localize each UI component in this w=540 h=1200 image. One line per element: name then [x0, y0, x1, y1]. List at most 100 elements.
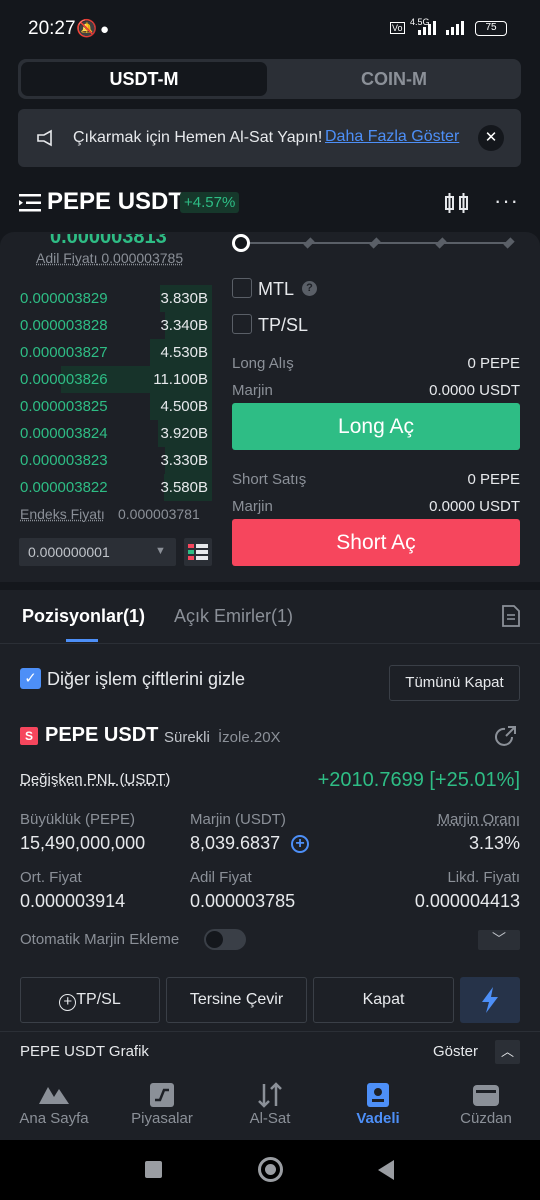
orderbook-row[interactable]: 0.000003825 4.500B — [18, 393, 212, 420]
fair-price-value: 0.000003785 — [101, 250, 184, 266]
recents-icon[interactable] — [145, 1161, 162, 1178]
tab-coin-m[interactable]: COIN-M — [270, 62, 518, 96]
pair-title[interactable]: PEPE USDT — [47, 188, 183, 216]
bid-price: 0.000003823 — [20, 452, 108, 469]
avg-price-label: Ort. Fiyat — [20, 869, 82, 886]
markets-icon — [150, 1083, 174, 1107]
chevron-up-icon[interactable]: ︿ — [495, 1040, 520, 1064]
open-short-button[interactable]: Short Aç — [232, 519, 520, 566]
status-time: 20:27 — [28, 18, 76, 39]
plus-circle-icon: + — [59, 994, 77, 1011]
size-label: Büyüklük (PEPE) — [20, 811, 136, 828]
orderbook-row[interactable]: 0.000003823 3.330B — [18, 447, 212, 474]
orderbook-layout-icon — [188, 544, 208, 560]
bid-price: 0.000003829 — [20, 290, 108, 307]
hide-pairs-label: Diğer işlem çiftlerini gizle — [47, 669, 246, 689]
active-tab-indicator — [66, 639, 98, 642]
home-button-dot — [265, 1164, 276, 1175]
tpsl-checkbox[interactable] — [232, 314, 252, 334]
open-long-button[interactable]: Long Aç — [232, 403, 520, 450]
more-options-icon[interactable]: ··· — [494, 188, 519, 214]
short-side-badge: S — [20, 727, 38, 745]
close-icon[interactable]: ✕ — [478, 125, 504, 151]
banner-more-link[interactable]: Daha Fazla Göster — [325, 128, 459, 146]
volte-icon: Vo — [390, 22, 405, 34]
fair-price-label-text: Adil Fiyatı — [36, 250, 98, 266]
close-all-button[interactable]: Tümünü Kapat — [389, 665, 520, 701]
slider-handle[interactable] — [232, 234, 250, 252]
document-icon[interactable] — [501, 605, 521, 627]
back-icon[interactable] — [376, 1159, 396, 1181]
lightning-icon — [482, 987, 498, 1013]
home-button-icon[interactable] — [258, 1157, 283, 1182]
chevron-down-icon: ▼ — [155, 545, 166, 557]
margin-label: Marjin (USDT) — [190, 811, 286, 828]
quick-close-button[interactable] — [460, 977, 520, 1023]
nav-item-trade[interactable]: Al-Sat — [216, 1074, 324, 1140]
pnl-label: Değişken PNL (USDT) — [20, 771, 171, 788]
futures-icon — [367, 1083, 389, 1107]
chat-icon: ● — [100, 21, 110, 38]
nav-item-wallet[interactable]: Cüzdan — [432, 1074, 540, 1140]
avg-price-value: 0.000003914 — [20, 891, 126, 911]
battery-icon: 75 — [475, 21, 507, 36]
auto-margin-toggle[interactable] — [204, 929, 246, 950]
mtl-checkbox[interactable] — [232, 278, 252, 298]
tick-size-value: 0.000000001 — [28, 544, 110, 560]
expand-chevron-icon[interactable]: ﹀ — [478, 930, 520, 950]
divider — [0, 643, 540, 644]
system-nav-bar — [0, 1140, 540, 1200]
trade-icon — [258, 1082, 282, 1108]
hide-pairs-checkbox[interactable]: ✓ — [20, 668, 41, 689]
nav-item-home[interactable]: Ana Sayfa — [0, 1074, 108, 1140]
orderbook-row[interactable]: 0.000003828 3.340B — [18, 312, 212, 339]
divider — [0, 1031, 540, 1032]
nav-label: Al-Sat — [249, 1110, 291, 1127]
close-position-button[interactable]: Kapat — [313, 977, 454, 1023]
amount-slider[interactable] — [232, 234, 515, 252]
bid-quantity: 3.330B — [160, 452, 208, 469]
position-pair[interactable]: PEPE USDT — [45, 724, 158, 747]
nav-item-markets[interactable]: Piyasalar — [108, 1074, 216, 1140]
bid-quantity: 4.500B — [160, 398, 208, 415]
orderbook-row[interactable]: 0.000003824 3.920B — [18, 420, 212, 447]
price-change-badge: +4.57% — [180, 192, 240, 213]
nav-label: Cüzdan — [460, 1110, 512, 1127]
short-amount-value: 0 PEPE — [467, 471, 520, 488]
share-icon[interactable] — [495, 725, 517, 747]
fair-price-label: Adil Fiyatı 0.000003785 — [36, 250, 183, 266]
tick-size-select[interactable]: 0.000000001 ▼ — [19, 538, 176, 566]
tab-positions[interactable]: Pozisyonlar(1) — [22, 606, 145, 627]
bid-price: 0.000003828 — [20, 317, 108, 334]
nav-label: Ana Sayfa — [19, 1110, 89, 1127]
index-price-label: Endeks Fiyatı — [20, 506, 105, 522]
bid-price: 0.000003824 — [20, 425, 108, 442]
orderbook-row[interactable]: 0.000003822 3.580B — [18, 474, 212, 501]
add-margin-icon[interactable]: + — [291, 835, 309, 853]
short-margin-value: 0.0000 USDT — [429, 498, 520, 515]
orderbook-row[interactable]: 0.000003826 11.100B — [18, 366, 212, 393]
orderbook-row[interactable]: 0.000003829 3.830B — [18, 285, 212, 312]
tpsl-label: TP/SL — [258, 315, 309, 335]
bid-quantity: 3.340B — [160, 317, 208, 334]
tpsl-button-label: TP/SL — [76, 991, 121, 1008]
reverse-button[interactable]: Tersine Çevir — [166, 977, 307, 1023]
bottom-nav: Ana Sayfa Piyasalar Al-Sat Vadeli Cüzdan — [0, 1074, 540, 1140]
tab-open-orders[interactable]: Açık Emirler(1) — [174, 606, 293, 627]
toggle-knob — [206, 931, 223, 948]
help-icon[interactable]: ? — [302, 281, 317, 296]
wallet-icon — [473, 1085, 499, 1106]
margin-ratio-label: Marjin Oranı — [437, 811, 520, 828]
contract-type-switch: USDT-M COIN-M — [18, 59, 521, 99]
orderbook-row[interactable]: 0.000003827 4.530B — [18, 339, 212, 366]
candlestick-chart-icon[interactable] — [444, 192, 470, 214]
index-price-value: 0.000003781 — [118, 506, 200, 522]
show-chart-label[interactable]: Göster — [433, 1043, 478, 1060]
auto-margin-label: Otomatik Marjin Ekleme — [20, 931, 180, 948]
tpsl-button[interactable]: + TP/SL — [20, 977, 160, 1023]
menu-icon[interactable] — [19, 192, 41, 214]
nav-item-futures[interactable]: Vadeli — [324, 1074, 432, 1140]
tab-usdt-m[interactable]: USDT-M — [21, 62, 267, 96]
margin-ratio-value: 3.13% — [468, 833, 520, 853]
orderbook-layout-button[interactable] — [184, 538, 212, 566]
